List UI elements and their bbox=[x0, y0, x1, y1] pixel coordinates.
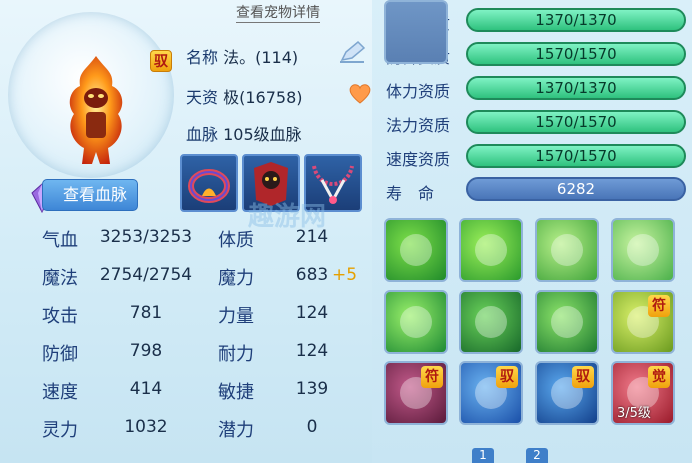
skill-slot-9[interactable]: 驭 bbox=[459, 361, 523, 425]
attribute-value-4: 139 bbox=[295, 379, 329, 399]
attribute-label-5: 潜力 bbox=[218, 420, 254, 441]
stat-label-4: 速度 bbox=[42, 382, 78, 403]
stat-value-1: 2754/2754 bbox=[99, 265, 193, 285]
aptitude-bar-2: 1370/1370 bbox=[466, 76, 686, 100]
attribute-value-3: 124 bbox=[295, 341, 329, 361]
attribute-label-4: 敏捷 bbox=[218, 382, 254, 403]
stat-label-3: 防御 bbox=[42, 344, 78, 365]
attribute-value-2: 124 bbox=[295, 303, 329, 323]
view-pet-details-link[interactable]: 查看宠物详情 bbox=[236, 2, 320, 23]
wind-skill-icon bbox=[400, 234, 432, 266]
attribute-value-5: 0 bbox=[306, 417, 318, 437]
pet-bloodline-label: 血脉 bbox=[186, 125, 219, 144]
edit-name-icon[interactable] bbox=[338, 40, 366, 64]
skill-badge-7: 符 bbox=[648, 295, 670, 317]
pet-portrait bbox=[8, 12, 174, 178]
runner-skill-icon bbox=[551, 306, 583, 338]
pet-figure-icon bbox=[69, 56, 123, 164]
pet-bloodline-value: 105级血脉 bbox=[223, 125, 302, 144]
aptitude-label-2: 体力资质 bbox=[386, 82, 451, 101]
skill-slot-6[interactable] bbox=[535, 290, 599, 354]
pet-talent-value: 极(16758) bbox=[223, 88, 303, 107]
stat-value-3: 798 bbox=[129, 341, 163, 361]
skill-badge-9: 驭 bbox=[496, 366, 518, 388]
equipment-slot-1[interactable] bbox=[180, 154, 238, 212]
life-label: 寿 命 bbox=[386, 184, 435, 203]
skill-badge-11: 觉 bbox=[648, 366, 670, 388]
hand-point-skill-icon bbox=[551, 234, 583, 266]
skill-slot-7[interactable]: 符 bbox=[611, 290, 675, 354]
heart-icon[interactable] bbox=[348, 82, 372, 104]
skill-slot-11[interactable]: 觉 3/5级 bbox=[611, 361, 675, 425]
skill-level-11: 3/5级 bbox=[617, 406, 651, 421]
attribute-bonus-1: +5 bbox=[332, 265, 358, 285]
skill-slot-1[interactable] bbox=[459, 218, 523, 282]
pet-name-label: 名称 bbox=[186, 48, 219, 67]
empty-skill-slot[interactable] bbox=[384, 0, 448, 64]
stat-label-1: 魔法 bbox=[42, 268, 78, 289]
aptitude-label-4: 速度资质 bbox=[386, 150, 451, 169]
view-bloodline-button[interactable]: 查看血脉 bbox=[42, 179, 138, 211]
aptitude-label-3: 法力资质 bbox=[386, 116, 451, 135]
stat-label-0: 气血 bbox=[42, 230, 78, 251]
tame-badge: 驭 bbox=[150, 50, 172, 72]
pet-talent-row: 天资 极(16758) bbox=[186, 84, 303, 108]
skill-slot-2[interactable] bbox=[535, 218, 599, 282]
skill-slot-4[interactable] bbox=[384, 290, 448, 354]
stat-value-5: 1032 bbox=[124, 417, 168, 437]
stat-label-2: 攻击 bbox=[42, 306, 78, 327]
skill-slot-3[interactable] bbox=[611, 218, 675, 282]
aptitude-bar-0: 1370/1370 bbox=[466, 8, 686, 32]
pet-name-row: 名称 法。(114) bbox=[186, 44, 298, 68]
aptitude-bar-3: 1570/1570 bbox=[466, 110, 686, 134]
page-tab-1[interactable]: 1 bbox=[472, 448, 494, 463]
pet-talent-label: 天资 bbox=[186, 88, 219, 107]
aptitude-bar-1: 1570/1570 bbox=[466, 42, 686, 66]
skill-slot-5[interactable] bbox=[459, 290, 523, 354]
palm-skill-icon bbox=[627, 234, 659, 266]
skill-badge-8: 符 bbox=[421, 366, 443, 388]
stat-value-2: 781 bbox=[129, 303, 163, 323]
dancer-skill-icon bbox=[475, 234, 507, 266]
skill-badge-10: 驭 bbox=[572, 366, 594, 388]
skill-slot-8[interactable]: 符 bbox=[384, 361, 448, 425]
pet-info-panel: 驭 查看血脉 查看宠物详情 名称 法。(114) 天资 极(16758) 血脉 … bbox=[0, 0, 372, 463]
stat-value-0: 3253/3253 bbox=[99, 227, 193, 247]
cat-skill-icon bbox=[475, 306, 507, 338]
attribute-value-0: 214 bbox=[295, 227, 329, 247]
stat-value-4: 414 bbox=[129, 379, 163, 399]
skill-slot-10[interactable]: 驭 bbox=[535, 361, 599, 425]
stat-label-5: 灵力 bbox=[42, 420, 78, 441]
pet-bloodline-row: 血脉 105级血脉 bbox=[186, 121, 302, 145]
aptitude-bar-4: 1570/1570 bbox=[466, 144, 686, 168]
attribute-label-1: 魔力 bbox=[218, 268, 254, 289]
pet-name-value: 法。(114) bbox=[223, 48, 299, 67]
attribute-label-2: 力量 bbox=[218, 306, 254, 327]
attribute-label-0: 体质 bbox=[218, 230, 254, 251]
page-tab-2[interactable]: 2 bbox=[526, 448, 548, 463]
life-value-bar: 6282 bbox=[466, 177, 686, 201]
green-burst-skill-icon bbox=[400, 306, 432, 338]
skill-slot-0[interactable] bbox=[384, 218, 448, 282]
fire-ring-icon bbox=[188, 169, 230, 203]
attribute-label-3: 耐力 bbox=[218, 344, 254, 365]
